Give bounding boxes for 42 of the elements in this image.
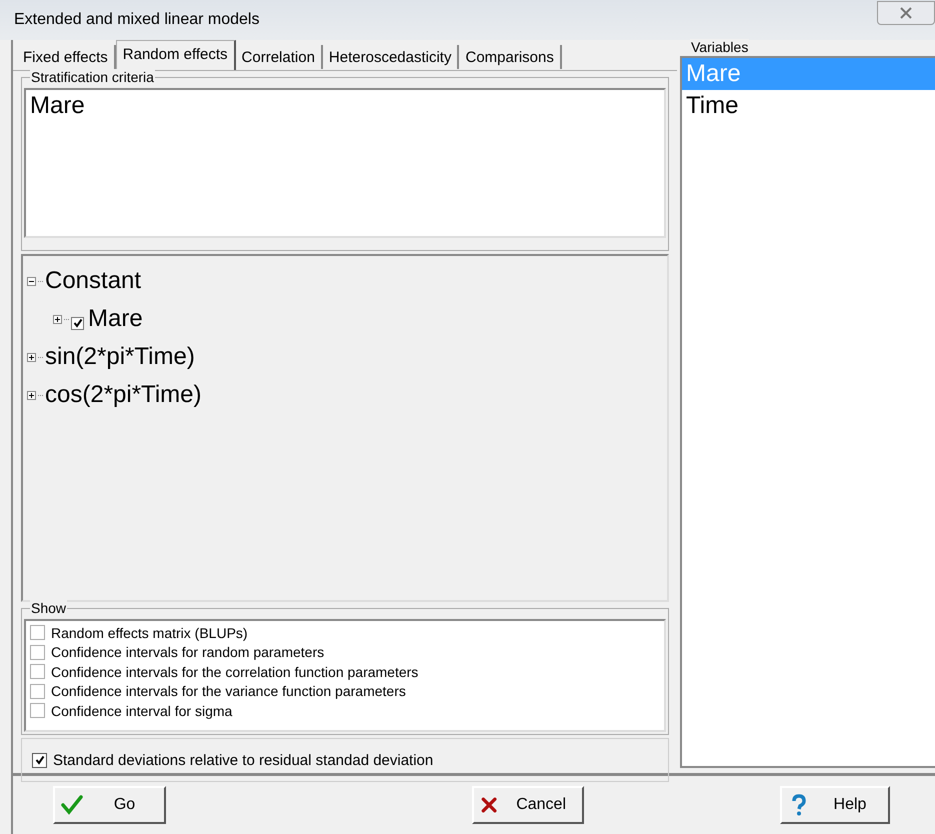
group-label: Variables xyxy=(690,39,750,55)
expand-icon[interactable] xyxy=(27,352,36,362)
checkbox[interactable] xyxy=(71,316,84,330)
close-button[interactable] xyxy=(877,1,935,25)
window-title: Extended and mixed linear models xyxy=(14,11,260,29)
go-button[interactable]: Go xyxy=(53,786,166,824)
option-label: Confidence intervals for the correlation function parameters xyxy=(51,664,418,680)
option-label: Random effects matrix (BLUPs) xyxy=(51,624,248,641)
tab[interactable]: Random effects xyxy=(116,40,236,70)
tree-item[interactable]: sin(2*pi*Time) xyxy=(45,343,195,371)
checkbox[interactable] xyxy=(30,684,45,699)
checkbox[interactable] xyxy=(30,703,45,718)
list-item[interactable]: Mare xyxy=(26,90,664,122)
cancel-button[interactable]: Cancel xyxy=(472,786,584,824)
tree-panel[interactable]: Constant Mare sin(2*pi*Time) cos(2*pi*Time) xyxy=(21,254,669,602)
check-icon xyxy=(61,794,83,816)
tree-item[interactable]: cos(2*pi*Time) xyxy=(45,381,202,409)
option-label: Confidence intervals for random parameters xyxy=(51,644,324,660)
tree-item[interactable]: Mare xyxy=(88,305,143,333)
check-icon xyxy=(34,755,44,765)
tree-item[interactable]: Constant xyxy=(45,267,142,295)
stratification-list[interactable]: Mare xyxy=(24,88,666,238)
option-label: Confidence intervals for the variance function parameters xyxy=(51,683,406,700)
check-icon xyxy=(72,318,82,328)
group-label: Stratification criteria xyxy=(30,69,155,85)
checkbox-label: Standard deviations relative to residual standad deviation xyxy=(53,752,434,768)
checkbox[interactable] xyxy=(30,625,45,640)
checkbox[interactable] xyxy=(30,664,45,680)
plus-icon xyxy=(27,352,36,362)
plus-icon xyxy=(53,314,62,324)
help-button[interactable]: Help xyxy=(780,786,890,824)
expand-icon[interactable] xyxy=(27,390,36,400)
close-icon xyxy=(899,7,913,19)
group-label: Show xyxy=(30,600,68,616)
minus-icon xyxy=(27,276,36,286)
expand-icon[interactable] xyxy=(53,314,62,324)
plus-icon xyxy=(27,390,36,400)
list-item[interactable]: Time xyxy=(682,90,935,122)
checkbox[interactable] xyxy=(30,644,45,660)
collapse-icon[interactable] xyxy=(27,276,36,286)
option-label: Confidence interval for sigma xyxy=(51,702,232,719)
checkbox[interactable] xyxy=(32,752,47,768)
